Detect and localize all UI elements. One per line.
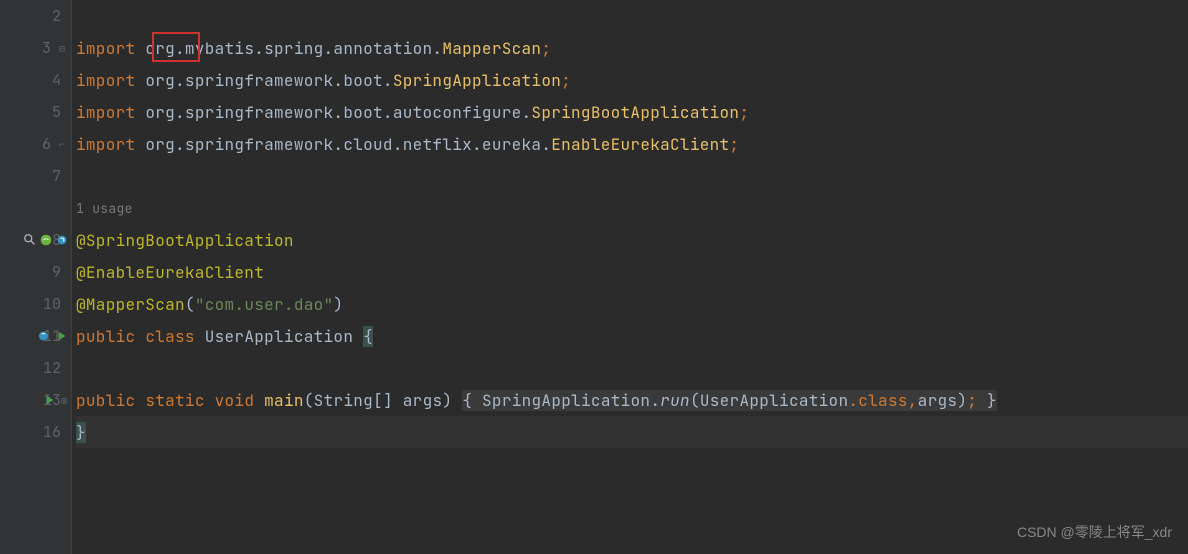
line-number: 9 xyxy=(52,262,61,282)
code-editor[interactable]: 2 3⊟ 4 5 6⌐ 7 8 9 10 11 12 13 xyxy=(0,0,1188,554)
keyword-static: static xyxy=(145,390,214,411)
class-name: SpringBootApplication xyxy=(531,102,739,123)
class-name: SpringApplication xyxy=(393,70,561,91)
package-segment: org.springframework.boot.autoconfigure. xyxy=(145,102,531,123)
code-area[interactable]: import org.mybatis.spring.annotation.Map… xyxy=(72,0,1188,554)
line-number: 7 xyxy=(52,166,61,186)
gutter-row: 9 xyxy=(0,256,71,288)
gutter: 2 3⊟ 4 5 6⌐ 7 8 9 10 11 12 13 xyxy=(0,0,72,554)
paren-open: ( xyxy=(304,390,314,411)
line-number: 12 xyxy=(43,358,61,378)
code-line[interactable]: 1 usage xyxy=(76,192,1188,224)
code-line[interactable]: } xyxy=(76,416,1188,448)
string-literal: "com.user.dao" xyxy=(195,294,334,315)
gutter-row xyxy=(0,192,71,224)
paren-open: ( xyxy=(185,294,195,315)
paren-close: ) xyxy=(333,294,343,315)
semicolon: ; xyxy=(739,102,749,123)
spring-run-icon[interactable] xyxy=(39,329,53,343)
brace-close: } xyxy=(76,422,86,443)
line-number: 5 xyxy=(52,102,61,122)
annotation: @EnableEurekaClient xyxy=(76,262,264,283)
gutter-row: 10 xyxy=(0,288,71,320)
keyword-import: import xyxy=(76,70,145,91)
method-call: run xyxy=(660,390,690,411)
annotation: @MapperScan xyxy=(76,294,185,315)
run-icon[interactable] xyxy=(55,329,69,343)
gutter-row: 5 xyxy=(0,96,71,128)
brackets: [] xyxy=(373,390,393,411)
code-line[interactable]: import org.springframework.boot.SpringAp… xyxy=(76,64,1188,96)
gutter-row: 13 ⊞ xyxy=(0,384,71,416)
code-line[interactable]: import org.springframework.cloud.netflix… xyxy=(76,128,1188,160)
code-line[interactable]: @EnableEurekaClient xyxy=(76,256,1188,288)
line-number: 6 xyxy=(42,134,51,154)
keyword-import: import xyxy=(76,134,145,155)
code-line[interactable]: @MapperScan("com.user.dao") xyxy=(76,288,1188,320)
run-icon[interactable] xyxy=(43,393,57,407)
fold-plus-icon[interactable]: ⊞ xyxy=(59,395,69,405)
keyword-import: import xyxy=(76,38,145,59)
annotation: @SpringBootApplication xyxy=(76,230,294,251)
paren-close: ) xyxy=(442,390,462,411)
gutter-row: 4 xyxy=(0,64,71,96)
spring-leaf-icon[interactable] xyxy=(39,233,53,247)
class-identifier: UserApplication xyxy=(205,326,363,347)
gutter-row: 3⊟ xyxy=(0,32,71,64)
class-name: EnableEurekaClient xyxy=(551,134,729,155)
package-segment: org xyxy=(145,38,175,59)
semicolon: ; xyxy=(729,134,739,155)
gutter-row: 6⌐ xyxy=(0,128,71,160)
refresh-icon[interactable] xyxy=(55,233,69,247)
code-line[interactable]: public static void main(String[] args) {… xyxy=(76,384,1188,416)
keyword-public: public xyxy=(76,390,145,411)
package-segment: org.springframework.boot. xyxy=(145,70,393,91)
code-line[interactable]: import org.mybatis.spring.annotation.Map… xyxy=(76,32,1188,64)
line-number: 2 xyxy=(52,6,61,26)
code-line[interactable]: public class UserApplication { xyxy=(76,320,1188,352)
gutter-row: 16 xyxy=(0,416,71,448)
usage-hint[interactable]: 1 usage xyxy=(76,200,133,217)
type-name: String xyxy=(314,390,373,411)
gutter-row: 12 xyxy=(0,352,71,384)
fold-end-icon[interactable]: ⌐ xyxy=(57,139,67,149)
line-number: 16 xyxy=(43,422,61,442)
keyword-import: import xyxy=(76,102,145,123)
method-name: main xyxy=(264,390,304,411)
code-line[interactable] xyxy=(76,0,1188,32)
line-number: 10 xyxy=(43,294,61,314)
code-line[interactable] xyxy=(76,160,1188,192)
gutter-row: 2 xyxy=(0,0,71,32)
folded-region[interactable]: { SpringApplication.run(UserApplication.… xyxy=(462,390,997,411)
code-line[interactable]: import org.springframework.boot.autoconf… xyxy=(76,96,1188,128)
code-line[interactable] xyxy=(76,352,1188,384)
keyword-class: class xyxy=(145,326,204,347)
keyword-public: public xyxy=(76,326,145,347)
line-number: 4 xyxy=(52,70,61,90)
fold-minus-icon[interactable]: ⊟ xyxy=(57,43,67,53)
semicolon: ; xyxy=(561,70,571,91)
keyword-void: void xyxy=(215,390,265,411)
class-name: MapperScan xyxy=(442,38,541,59)
gutter-row: 8 xyxy=(0,224,71,256)
gutter-row: 7 xyxy=(0,160,71,192)
watermark-text: CSDN @零陵上将军_xdr xyxy=(1017,522,1172,542)
package-segment: .mybatis.spring.annotation. xyxy=(175,38,442,59)
search-icon[interactable] xyxy=(23,233,37,247)
package-segment: org.springframework.cloud.netflix.eureka… xyxy=(145,134,551,155)
param-name: args xyxy=(393,390,443,411)
code-line[interactable]: @SpringBootApplication xyxy=(76,224,1188,256)
brace-open: { xyxy=(363,326,373,347)
semicolon: ; xyxy=(541,38,551,59)
line-number: 3 xyxy=(42,38,51,58)
gutter-row: 11 xyxy=(0,320,71,352)
